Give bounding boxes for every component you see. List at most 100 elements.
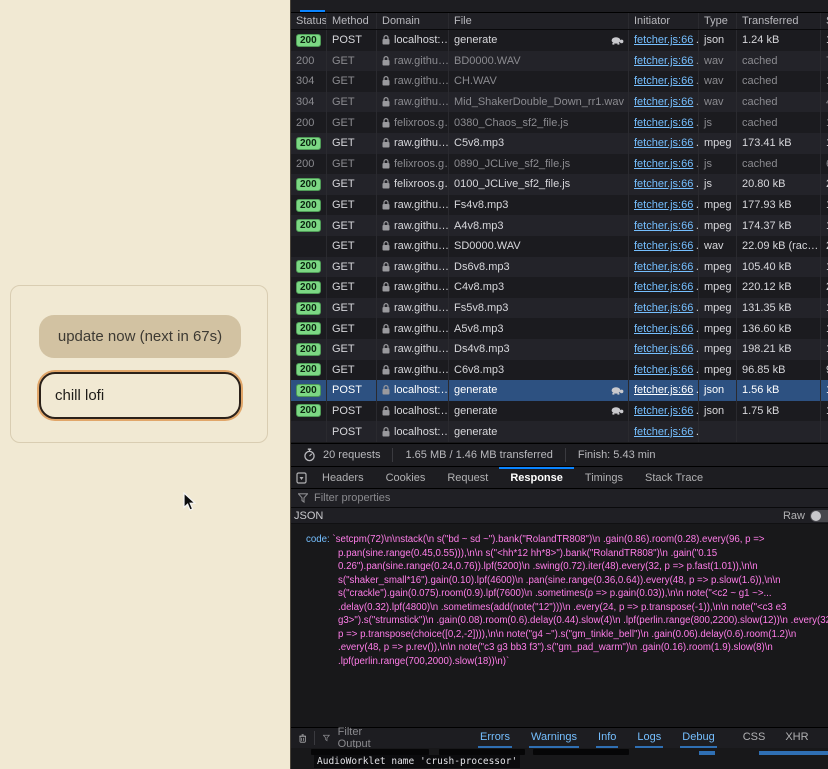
type-cell: js xyxy=(699,174,737,195)
lock-icon xyxy=(382,56,390,66)
trash-icon[interactable] xyxy=(299,732,306,745)
table-row[interactable]: 200 GET raw.githu… Ds6v8.mp3 fetcher.js:… xyxy=(291,257,828,278)
file-cell: generate xyxy=(449,421,629,442)
table-row[interactable]: 200 GET raw.githu… C4v8.mp3 fetcher.js:6… xyxy=(291,277,828,298)
tab-cookies[interactable]: Cookies xyxy=(375,467,437,488)
table-row[interactable]: 200 POST localhost:… generate fetcher.js… xyxy=(291,401,828,422)
response-json-viewer[interactable]: code: `setcpm(72)\n\nstack(\n s("bd ~ sd… xyxy=(291,524,828,727)
table-row[interactable]: POST localhost:… generate fetcher.js:66 … xyxy=(291,421,828,442)
console-filter-info[interactable]: Info xyxy=(596,729,618,747)
console-filter-css[interactable]: CSS xyxy=(741,729,768,747)
initiator-link[interactable]: fetcher.js:66 xyxy=(634,261,693,273)
table-row[interactable]: 200 GET raw.githu… A4v8.mp3 fetcher.js:6… xyxy=(291,215,828,236)
table-row[interactable]: 200 GET felixroos.g… 0380_Chaos_sf2_file… xyxy=(291,112,828,133)
column-header-domain[interactable]: Domain xyxy=(377,13,449,29)
column-header-file[interactable]: File xyxy=(449,13,629,29)
file-label: generate xyxy=(454,34,497,46)
table-row[interactable]: 200 POST localhost:… generate fetcher.js… xyxy=(291,380,828,401)
transferred-cell: cached xyxy=(737,154,821,175)
initiator-link[interactable]: fetcher.js:66 xyxy=(634,199,693,211)
status-cell: 200 xyxy=(291,112,327,133)
table-row[interactable]: GET raw.githu… SD0000.WAV fetcher.js:66 … xyxy=(291,236,828,257)
devtools-top-strip xyxy=(291,0,828,13)
type-cell: wav xyxy=(699,92,737,113)
file-label: generate xyxy=(454,426,497,438)
file-cell: C6v8.mp3 xyxy=(449,360,629,381)
tab-headers[interactable]: Headers xyxy=(311,467,375,488)
console-filter-xhr[interactable]: XHR xyxy=(783,729,810,747)
column-header-initiator[interactable]: Initiator xyxy=(629,13,699,29)
table-row[interactable]: 304 GET raw.githu… Mid_ShakerDouble_Down… xyxy=(291,92,828,113)
column-header-type[interactable]: Type xyxy=(699,13,737,29)
initiator-link[interactable]: fetcher.js:66 xyxy=(634,178,693,190)
status-cell: 304 xyxy=(291,71,327,92)
method-cell: POST xyxy=(327,380,377,401)
initiator-link[interactable]: fetcher.js:66 xyxy=(634,405,693,417)
tab-timings[interactable]: Timings xyxy=(574,467,634,488)
json-code-line: code: `setcpm(72)\n\nstack(\n s("bd ~ sd… xyxy=(291,524,828,547)
table-row[interactable]: 200 GET raw.githu… Fs4v8.mp3 fetcher.js:… xyxy=(291,195,828,216)
console-filter-errors[interactable]: Errors xyxy=(478,729,512,747)
file-label: Ds6v8.mp3 xyxy=(454,261,510,273)
initiator-cell: fetcher.js:66 … xyxy=(629,71,699,92)
initiator-link[interactable]: fetcher.js:66 xyxy=(634,323,693,335)
table-row[interactable]: 200 GET felixroos.g… 0100_JCLive_sf2_fil… xyxy=(291,174,828,195)
raw-toggle[interactable] xyxy=(810,510,828,522)
mouse-cursor-icon xyxy=(183,492,196,511)
column-header-s[interactable]: S xyxy=(821,13,828,29)
initiator-link[interactable]: fetcher.js:66 xyxy=(634,220,693,232)
table-row[interactable]: 200 GET raw.githu… A5v8.mp3 fetcher.js:6… xyxy=(291,318,828,339)
status-text: 200 xyxy=(296,55,314,67)
table-row[interactable]: 200 GET raw.githu… Fs5v8.mp3 fetcher.js:… xyxy=(291,298,828,319)
table-row[interactable]: 200 GET raw.githu… C5v8.mp3 fetcher.js:6… xyxy=(291,133,828,154)
console-filter-logs[interactable]: Logs xyxy=(635,729,663,747)
network-details-icon[interactable] xyxy=(291,467,311,488)
table-row[interactable]: 304 GET raw.githu… CH.WAV fetcher.js:66 … xyxy=(291,71,828,92)
domain-label: localhost:… xyxy=(394,405,449,417)
console-output[interactable]: AudioWorklet name 'crush-processor' xyxy=(291,748,828,769)
column-header-method[interactable]: Method xyxy=(327,13,377,29)
console-filter-warnings[interactable]: Warnings xyxy=(529,729,579,747)
domain-cell: raw.githu… xyxy=(377,71,449,92)
domain-label: raw.githu… xyxy=(394,96,449,108)
initiator-link[interactable]: fetcher.js:66 xyxy=(634,117,693,129)
status-cell: 200 xyxy=(291,257,327,278)
initiator-link[interactable]: fetcher.js:66 xyxy=(634,302,693,314)
initiator-link[interactable]: fetcher.js:66 xyxy=(634,281,693,293)
initiator-link[interactable]: fetcher.js:66 xyxy=(634,34,693,46)
prompt-input[interactable] xyxy=(39,372,241,419)
initiator-link[interactable]: fetcher.js:66 xyxy=(634,75,693,87)
filter-properties-bar[interactable]: Filter properties xyxy=(291,489,828,508)
initiator-link[interactable]: fetcher.js:66 xyxy=(634,240,693,252)
active-filter-indicator xyxy=(300,10,325,12)
initiator-link[interactable]: fetcher.js:66 xyxy=(634,137,693,149)
table-row[interactable]: 200 GET raw.githu… Ds4v8.mp3 fetcher.js:… xyxy=(291,339,828,360)
console-filter-debug[interactable]: Debug xyxy=(680,729,716,747)
filter-output-placeholder[interactable]: Filter Output xyxy=(338,726,378,750)
initiator-link[interactable]: fetcher.js:66 xyxy=(634,343,693,355)
table-row[interactable]: 200 GET raw.githu… C6v8.mp3 fetcher.js:6… xyxy=(291,360,828,381)
column-header-transferred[interactable]: Transferred xyxy=(737,13,821,29)
file-label: A5v8.mp3 xyxy=(454,323,504,335)
initiator-link[interactable]: fetcher.js:66 xyxy=(634,158,693,170)
transferred-cell: 198.21 kB xyxy=(737,339,821,360)
lock-icon xyxy=(382,200,390,210)
table-row[interactable]: 200 GET raw.githu… BD0000.WAV fetcher.js… xyxy=(291,51,828,72)
initiator-link[interactable]: fetcher.js:66 xyxy=(634,384,693,396)
column-header-status[interactable]: Status xyxy=(291,13,327,29)
json-section-label: JSON xyxy=(291,510,323,522)
initiator-link[interactable]: fetcher.js:66 xyxy=(634,55,693,67)
tab-request[interactable]: Request xyxy=(436,467,499,488)
tab-stack-trace[interactable]: Stack Trace xyxy=(634,467,714,488)
method-cell: GET xyxy=(327,71,377,92)
type-cell: wav xyxy=(699,51,737,72)
method-cell: POST xyxy=(327,421,377,442)
initiator-link[interactable]: fetcher.js:66 xyxy=(634,96,693,108)
table-row[interactable]: 200 GET felixroos.g… 0890_JCLive_sf2_fil… xyxy=(291,154,828,175)
domain-label: raw.githu… xyxy=(394,343,449,355)
initiator-link[interactable]: fetcher.js:66 xyxy=(634,364,693,376)
tab-response[interactable]: Response xyxy=(499,467,574,488)
table-row[interactable]: 200 POST localhost:… generate fetcher.js… xyxy=(291,30,828,51)
initiator-link[interactable]: fetcher.js:66 xyxy=(634,426,693,438)
update-now-button[interactable]: update now (next in 67s) xyxy=(39,315,241,358)
